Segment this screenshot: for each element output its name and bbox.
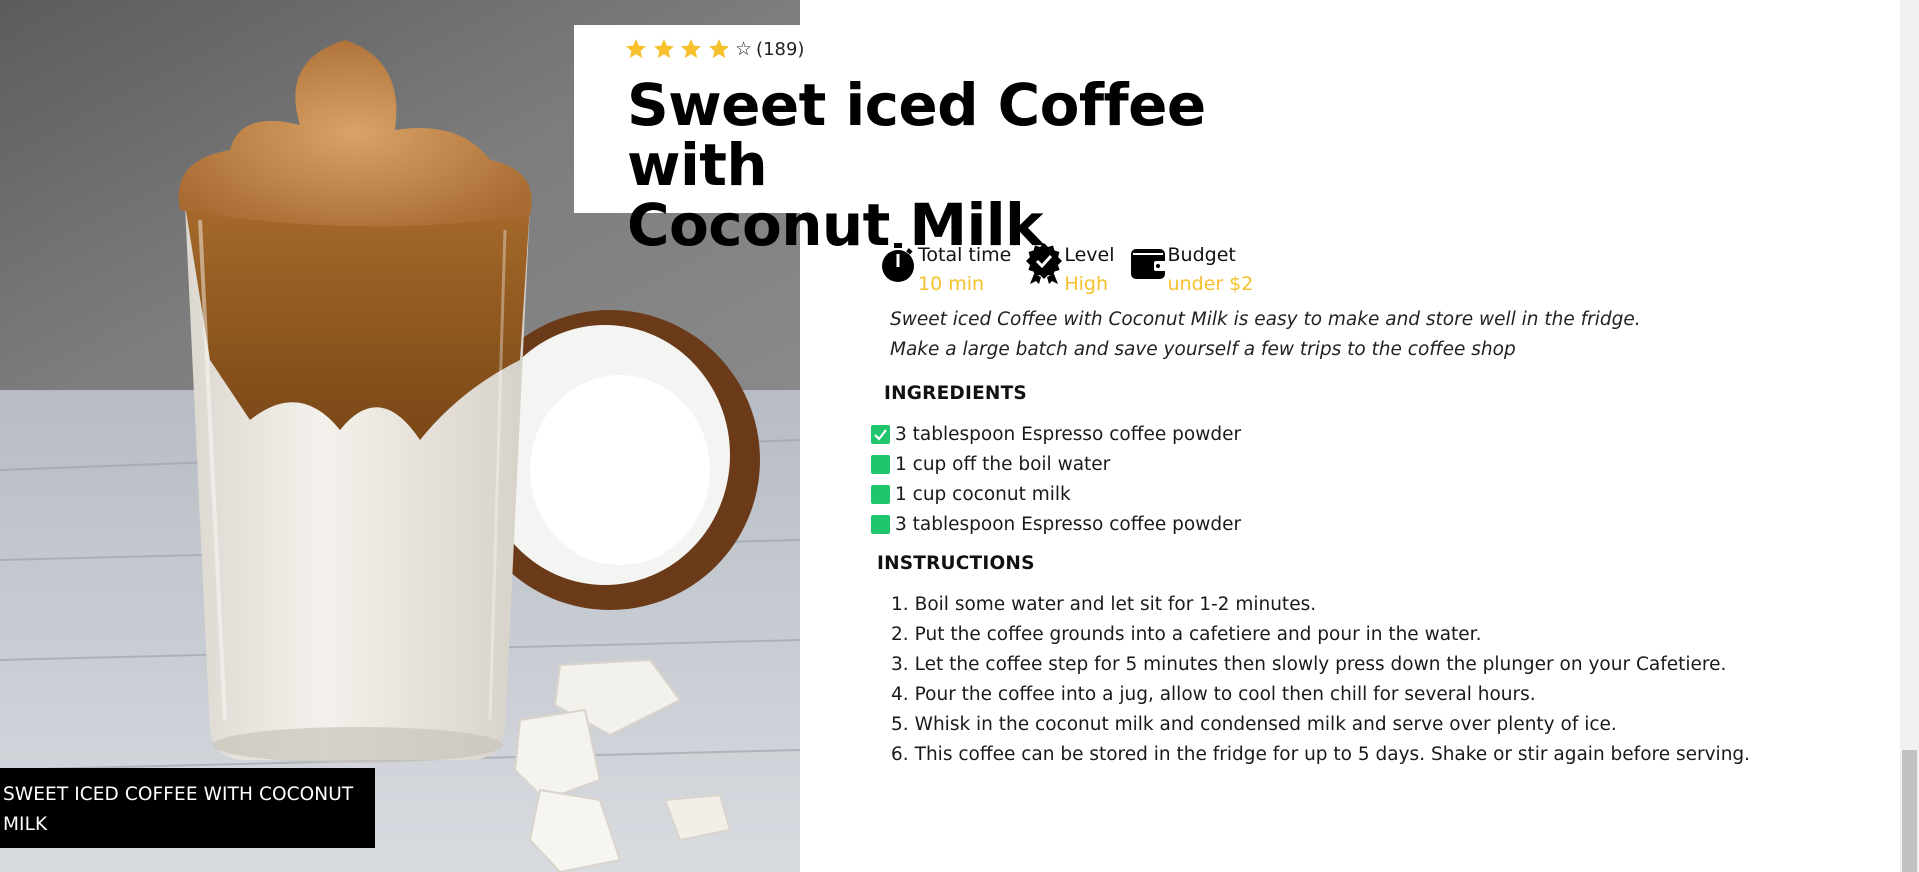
checkbox-icon[interactable] (871, 454, 890, 474)
vertical-scrollbar[interactable] (1900, 0, 1919, 872)
checkbox-icon[interactable] (871, 514, 890, 534)
recipe-meta: Total time 10 min Level High Budget unde… (879, 240, 1267, 298)
instruction-step: 6. This coffee can be stored in the frid… (891, 739, 1750, 769)
star-filled-icon[interactable] (679, 37, 703, 61)
step-number: 1. (891, 593, 909, 615)
meta-budget: Budget under $2 (1129, 240, 1254, 298)
meta-value-budget: under $2 (1167, 273, 1254, 295)
step-number: 3. (891, 653, 909, 675)
scrollbar-thumb[interactable] (1902, 750, 1917, 872)
step-text: This coffee can be stored in the fridge … (914, 743, 1751, 765)
recipe-description: Sweet iced Coffee with Coconut Milk is e… (890, 305, 1790, 365)
meta-level: Level High (1025, 240, 1115, 298)
ingredient-item[interactable]: 3 tablespoon Espresso coffee powder (871, 509, 1241, 539)
meta-total-time: Total time 10 min (879, 240, 1011, 298)
step-text: Whisk in the coconut milk and condensed … (914, 713, 1617, 735)
step-number: 2. (891, 623, 909, 645)
image-caption: SWEET ICED COFFEE WITH COCONUT MILK (0, 768, 375, 848)
instructions-heading: INSTRUCTIONS (877, 553, 1035, 574)
recipe-title-line1: Sweet iced Coffee with (627, 71, 1206, 199)
rating-count: (189) (756, 38, 805, 60)
instruction-step: 2. Put the coffee grounds into a cafetie… (891, 619, 1750, 649)
instructions-list: 1. Boil some water and let sit for 1-2 m… (891, 589, 1750, 769)
step-number: 6. (891, 743, 909, 765)
instruction-step: 5. Whisk in the coconut milk and condens… (891, 709, 1750, 739)
meta-value-level: High (1064, 273, 1109, 295)
ingredients-list: 3 tablespoon Espresso coffee powder 1 cu… (871, 419, 1241, 539)
instruction-step: 4. Pour the coffee into a jug, allow to … (891, 679, 1750, 709)
instruction-step: 3. Let the coffee step for 5 minutes the… (891, 649, 1750, 679)
ingredients-heading: INGREDIENTS (884, 383, 1027, 404)
step-text: Let the coffee step for 5 minutes then s… (914, 653, 1727, 675)
meta-label-time: Total time (918, 244, 1012, 266)
recipe-title: Sweet iced Coffee with Coconut Milk (627, 75, 1327, 255)
ingredient-text: 1 cup off the boil water (895, 453, 1111, 475)
ingredient-text: 3 tablespoon Espresso coffee powder (895, 513, 1242, 535)
step-text: Pour the coffee into a jug, allow to coo… (914, 683, 1536, 705)
step-text: Boil some water and let sit for 1-2 minu… (914, 593, 1317, 615)
wallet-icon (1129, 240, 1167, 286)
checkbox-checked-icon[interactable] (871, 424, 890, 444)
title-card: ☆ (189) Sweet iced Coffee with Coconut M… (574, 25, 1374, 255)
award-badge-icon (1025, 240, 1063, 286)
ingredient-item[interactable]: 1 cup coconut milk (871, 479, 1241, 509)
step-text: Put the coffee grounds into a cafetiere … (914, 623, 1482, 645)
meta-label-budget: Budget (1167, 244, 1236, 266)
star-filled-icon[interactable] (624, 37, 648, 61)
star-rating[interactable]: ☆ (189) (624, 35, 804, 63)
instruction-step: 1. Boil some water and let sit for 1-2 m… (891, 589, 1750, 619)
ingredient-text: 1 cup coconut milk (895, 483, 1071, 505)
star-filled-icon[interactable] (707, 37, 731, 61)
description-line1: Sweet iced Coffee with Coconut Milk is e… (890, 309, 1641, 330)
ingredient-item[interactable]: 3 tablespoon Espresso coffee powder (871, 419, 1241, 449)
ingredient-item[interactable]: 1 cup off the boil water (871, 449, 1241, 479)
star-filled-icon[interactable] (652, 37, 676, 61)
step-number: 4. (891, 683, 909, 705)
step-number: 5. (891, 713, 909, 735)
checkbox-icon[interactable] (871, 484, 890, 504)
description-line2: Make a large batch and save yourself a f… (890, 339, 1516, 360)
ingredient-text: 3 tablespoon Espresso coffee powder (895, 423, 1242, 445)
star-empty-icon[interactable]: ☆ (735, 37, 752, 61)
meta-label-level: Level (1064, 244, 1115, 266)
stopwatch-icon (879, 240, 917, 286)
meta-value-time: 10 min (918, 273, 985, 295)
